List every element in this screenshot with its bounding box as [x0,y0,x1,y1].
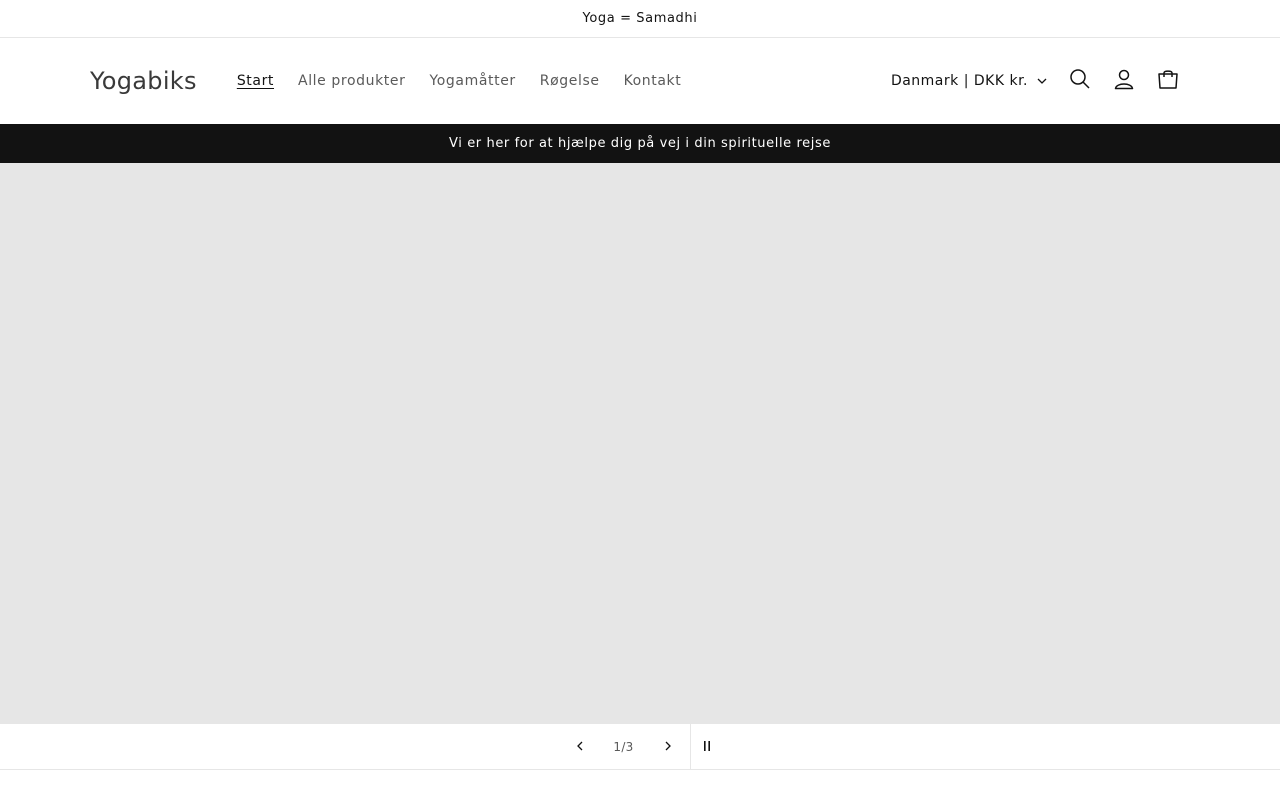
nav-item-yogamatter[interactable]: Yogamåtter [417,73,527,89]
search-icon [1069,68,1091,94]
info-bar: Vi er her for at hjælpe dig på vej i din… [0,124,1280,163]
site-header: Yogabiks Start Alle produkter Yogamåtter… [0,38,1280,124]
account-icon [1113,68,1135,94]
country-selector[interactable]: Danmark | DKK kr. [891,73,1048,89]
cart-icon [1157,68,1179,94]
logo[interactable]: Yogabiks [90,67,197,95]
pause-icon [702,737,712,756]
slideshow-controls: 1/3 [0,724,1280,770]
slider-buttons: 1/3 [558,724,723,769]
nav-item-start[interactable]: Start [225,73,286,89]
next-slide-button[interactable] [646,725,690,769]
search-button[interactable] [1058,59,1102,103]
slideshow-image-placeholder [0,163,1280,724]
info-bar-text: Vi er her for at hjælpe dig på vej i din… [449,136,831,151]
chevron-down-icon [1036,75,1048,87]
pause-slideshow-button[interactable] [691,725,723,769]
announcement-text: Yoga = Samadhi [582,11,698,26]
country-selector-label: Danmark | DKK kr. [890,73,1028,89]
announcement-bar: Yoga = Samadhi [0,0,1280,38]
main-nav: Start Alle produkter Yogamåtter Røgelse … [225,73,694,89]
nav-item-kontakt[interactable]: Kontakt [612,73,694,89]
chevron-left-icon [575,737,585,756]
cart-button[interactable] [1146,59,1190,103]
previous-slide-button[interactable] [558,725,602,769]
slide-counter: 1/3 [613,739,634,754]
header-actions: Danmark | DKK kr. [891,59,1190,103]
chevron-right-icon [663,737,673,756]
nav-item-rogelse[interactable]: Røgelse [528,73,612,89]
nav-item-alle-produkter[interactable]: Alle produkter [286,73,417,89]
account-button[interactable] [1102,59,1146,103]
